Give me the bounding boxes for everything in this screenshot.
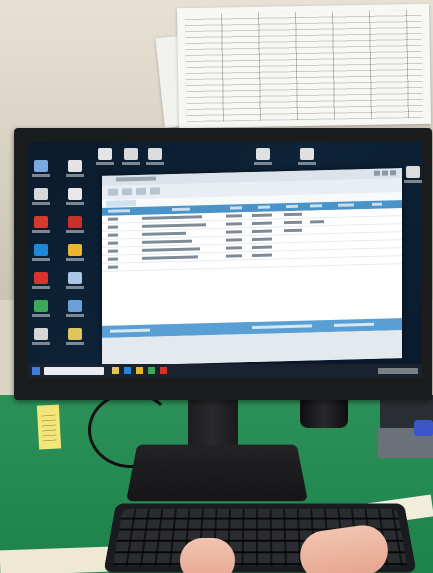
wall-paper-sheet	[176, 3, 432, 129]
desktop-chrome-icon[interactable]	[66, 244, 84, 261]
start-button[interactable]	[32, 367, 40, 375]
cell	[252, 253, 272, 257]
system-tray[interactable]	[378, 368, 418, 374]
cell	[108, 233, 118, 237]
toolbar-button[interactable]	[150, 187, 160, 195]
tab[interactable]	[106, 200, 136, 207]
desktop-app-icon[interactable]	[66, 188, 84, 205]
cell	[226, 246, 242, 250]
window-title	[116, 176, 156, 182]
left-hand	[180, 538, 235, 573]
column-header[interactable]	[338, 203, 354, 207]
taskbar-app-icon[interactable]	[112, 367, 119, 374]
desktop-pdf-icon[interactable]	[32, 216, 50, 233]
column-header[interactable]	[286, 204, 298, 209]
desktop-app-icon[interactable]	[32, 272, 50, 289]
cell	[226, 254, 242, 258]
column-header[interactable]	[108, 209, 130, 213]
column-header[interactable]	[230, 206, 242, 210]
footer-label	[110, 328, 150, 333]
desktop-app-icon[interactable]	[96, 148, 114, 165]
taskbar-app-icon[interactable]	[160, 367, 167, 374]
cell	[142, 223, 206, 228]
cell	[226, 230, 242, 234]
cell	[142, 255, 198, 260]
table-body	[102, 208, 402, 306]
cell	[108, 225, 118, 229]
desktop-app-icon[interactable]	[32, 188, 50, 205]
desktop-app-icon[interactable]	[66, 272, 84, 289]
cell	[252, 245, 272, 249]
column-header[interactable]	[310, 204, 322, 208]
cell	[252, 213, 272, 217]
cell	[226, 214, 242, 218]
cell	[108, 241, 118, 245]
paper-table-lines	[185, 9, 423, 123]
desktop-folder-icon[interactable]	[66, 328, 84, 345]
desktop-app-icon[interactable]	[254, 148, 272, 165]
cell	[284, 212, 302, 217]
desktop-app-icon[interactable]	[32, 160, 50, 177]
cell	[226, 238, 242, 242]
close-button[interactable]	[390, 170, 396, 176]
app-window[interactable]	[102, 168, 402, 366]
cell	[226, 222, 242, 226]
column-header[interactable]	[372, 202, 382, 206]
column-header[interactable]	[172, 207, 190, 212]
toolbar-button[interactable]	[122, 188, 132, 196]
footer-label	[334, 322, 374, 327]
cell	[142, 231, 186, 236]
minimize-button[interactable]	[374, 170, 380, 176]
screen	[28, 142, 422, 378]
cell	[142, 215, 202, 220]
cell	[252, 229, 272, 233]
desktop-app-icon[interactable]	[32, 300, 50, 317]
taskbar	[28, 364, 422, 378]
taskbar-search[interactable]	[44, 367, 104, 375]
cell	[142, 239, 192, 244]
desktop-edge-icon[interactable]	[32, 244, 50, 261]
cell	[108, 265, 118, 269]
desktop-app-icon[interactable]	[146, 148, 164, 165]
blue-object	[414, 420, 433, 436]
cell	[252, 221, 272, 225]
cell	[284, 228, 302, 233]
cell	[284, 220, 302, 225]
toolbar-button[interactable]	[108, 188, 118, 196]
desktop-app-icon[interactable]	[298, 148, 316, 165]
toolbar-button[interactable]	[136, 187, 146, 196]
column-header[interactable]	[258, 205, 270, 209]
maximize-button[interactable]	[382, 170, 388, 176]
desktop-app-icon[interactable]	[32, 328, 50, 345]
cell	[108, 217, 118, 221]
cell	[252, 237, 272, 241]
cell	[108, 249, 118, 253]
sticky-note	[36, 404, 62, 450]
cell	[108, 257, 118, 261]
monitor-stand-base	[126, 444, 308, 502]
taskbar-app-icon[interactable]	[124, 367, 131, 374]
desktop-app-icon[interactable]	[122, 148, 140, 165]
cell	[310, 220, 324, 224]
cell	[142, 247, 200, 252]
desktop-app-icon[interactable]	[66, 160, 84, 177]
desktop-app-icon[interactable]	[404, 166, 422, 183]
photo-scene	[0, 0, 433, 573]
taskbar-app-icon[interactable]	[148, 367, 155, 374]
footer-label	[252, 324, 312, 329]
taskbar-app-icon[interactable]	[136, 367, 143, 374]
desktop-pdf-icon[interactable]	[66, 216, 84, 233]
monitor	[14, 128, 432, 400]
monitor-stand-neck	[188, 398, 238, 450]
desktop-app-icon[interactable]	[66, 300, 84, 317]
